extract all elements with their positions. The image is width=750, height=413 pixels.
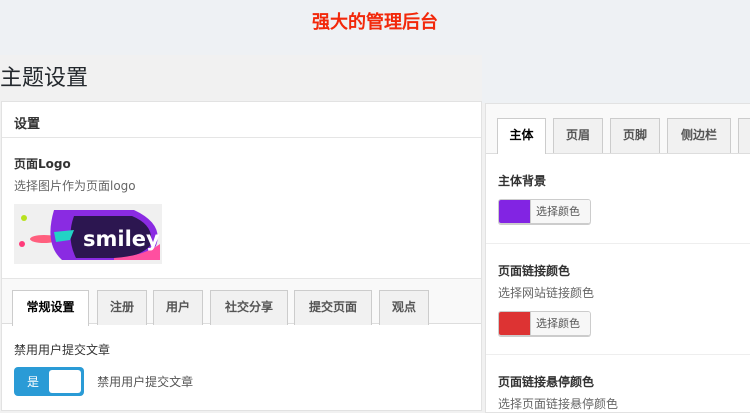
link-color-picker[interactable]: 选择颜色	[498, 311, 591, 336]
tab-header[interactable]: 页眉	[553, 118, 603, 153]
tab-sidebar[interactable]: 侧边栏	[667, 118, 731, 153]
toggle-on-text: 是	[26, 375, 39, 389]
tab-more[interactable]	[738, 118, 750, 153]
tab-users[interactable]: 用户	[153, 290, 203, 325]
tab-general[interactable]: 常规设置	[12, 290, 89, 326]
color-swatch	[499, 200, 530, 223]
toggle-knob	[49, 370, 81, 393]
style-tabs: 主体 页眉 页脚 侧边栏	[486, 104, 750, 154]
tab-submit-page[interactable]: 提交页面	[294, 290, 372, 325]
logo-desc: 选择图片作为页面logo	[14, 179, 136, 193]
panel-header: 设置	[2, 102, 481, 138]
tab-views[interactable]: 观点	[379, 290, 429, 325]
link-color-label: 页面链接颜色	[498, 264, 571, 278]
settings-panel: 设置 页面Logo 选择图片作为页面logo smiley 常规设置 注册 用户…	[1, 101, 482, 411]
color-swatch	[499, 312, 530, 335]
style-panel: 主体 页眉 页脚 侧边栏 主体背景 选择颜色 页面链接颜色 选择网站链接颜色 选…	[485, 103, 750, 413]
body-bg-color-picker[interactable]: 选择颜色	[498, 199, 591, 224]
tab-body[interactable]: 主体	[497, 118, 546, 154]
disable-submit-toggle[interactable]: 是	[14, 367, 84, 396]
pick-color-label: 选择颜色	[530, 312, 590, 335]
page-title: 主题设置	[0, 66, 89, 91]
smiley-logo-icon: smiley	[14, 209, 162, 260]
disable-submit-label: 禁用用户提交文章	[14, 343, 111, 357]
tab-footer[interactable]: 页脚	[610, 118, 660, 153]
top-bar-right	[482, 55, 750, 103]
logo-image[interactable]: smiley	[14, 204, 162, 264]
toggle-desc: 禁用用户提交文章	[97, 375, 194, 389]
logo-text: smiley	[83, 227, 160, 251]
pick-color-label: 选择颜色	[530, 200, 590, 223]
tab-register[interactable]: 注册	[97, 290, 147, 325]
banner-title: 强大的管理后台	[312, 12, 438, 33]
link-color-desc: 选择网站链接颜色	[498, 286, 595, 300]
hover-color-label: 页面链接悬停颜色	[498, 375, 595, 389]
logo-label: 页面Logo	[14, 157, 71, 171]
general-tabs: 常规设置 注册 用户 社交分享 提交页面 观点	[2, 278, 481, 326]
tab-social-share[interactable]: 社交分享	[210, 290, 288, 325]
body-bg-label: 主体背景	[498, 174, 547, 188]
